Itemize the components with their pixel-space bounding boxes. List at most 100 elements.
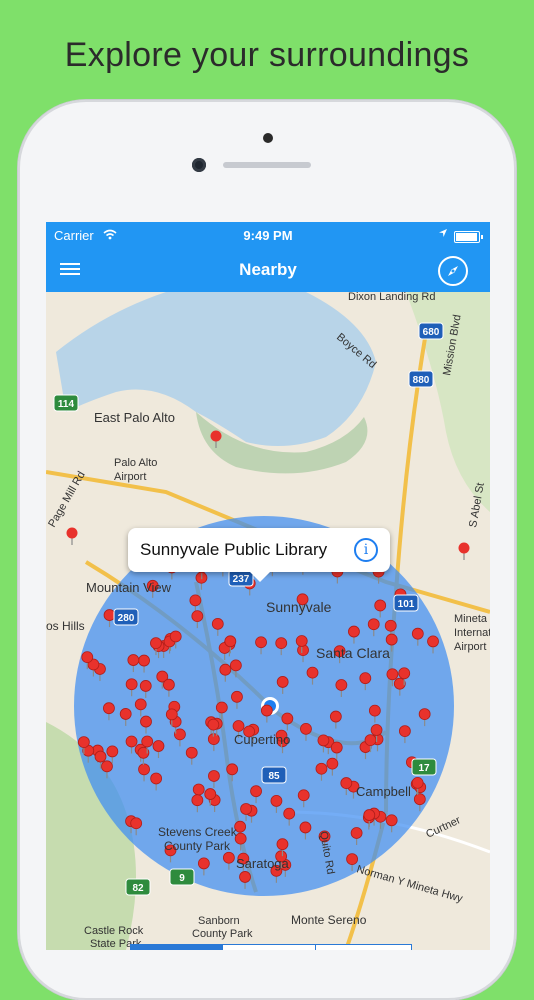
segmented-control[interactable]	[130, 944, 412, 950]
segment-divider	[315, 945, 316, 950]
map-pin[interactable]	[231, 690, 243, 703]
map-pin[interactable]	[229, 659, 242, 672]
map-pin[interactable]	[127, 654, 140, 666]
map-pin[interactable]	[250, 785, 262, 798]
map-pin[interactable]	[413, 793, 426, 806]
map-pin[interactable]	[162, 678, 175, 691]
map-pin[interactable]	[210, 430, 222, 442]
map-pin[interactable]	[315, 762, 328, 775]
map-pin[interactable]	[326, 757, 339, 770]
map-pin[interactable]	[165, 708, 178, 721]
place-callout[interactable]: Sunnyvale Public Library i	[128, 528, 390, 582]
map-pin[interactable]	[140, 715, 152, 728]
map-pin[interactable]	[139, 680, 152, 692]
map-pin[interactable]	[275, 637, 288, 650]
map-pin[interactable]	[384, 619, 397, 632]
map-pin[interactable]	[306, 666, 319, 679]
svg-text:Sunnyvale: Sunnyvale	[266, 599, 332, 615]
compass-icon[interactable]	[438, 256, 468, 286]
map-pin[interactable]	[106, 745, 119, 758]
map-pin[interactable]	[77, 736, 90, 748]
map-pin[interactable]	[134, 698, 147, 711]
map-pin[interactable]	[281, 712, 294, 725]
map-pin[interactable]	[370, 724, 383, 736]
map-pin[interactable]	[150, 772, 163, 785]
app-screen: Carrier 9:49 PM Nearby East Palo Alto Pa…	[46, 222, 490, 950]
map-pin[interactable]	[374, 599, 387, 612]
map-pin[interactable]	[348, 625, 360, 638]
info-icon[interactable]: i	[354, 538, 378, 562]
map-pin[interactable]	[152, 740, 165, 752]
map-pin[interactable]	[364, 734, 377, 746]
map-pin[interactable]	[276, 838, 289, 851]
map-pin[interactable]	[385, 814, 398, 827]
map-pin[interactable]	[232, 720, 245, 732]
map-pin[interactable]	[119, 708, 132, 720]
map-pin[interactable]	[226, 763, 239, 776]
map-pin[interactable]	[197, 857, 210, 870]
map-pin[interactable]	[335, 679, 348, 691]
map-pin[interactable]	[185, 746, 198, 759]
map-pin[interactable]	[398, 725, 411, 737]
map-pin[interactable]	[363, 809, 376, 821]
map-pin[interactable]	[398, 667, 411, 680]
map-pin[interactable]	[330, 741, 343, 754]
map-pin[interactable]	[141, 735, 154, 748]
map-pin[interactable]	[192, 783, 205, 796]
map-pin[interactable]	[270, 794, 283, 807]
map-pin[interactable]	[283, 807, 296, 820]
map-pin[interactable]	[297, 789, 310, 802]
map-pin[interactable]	[125, 678, 138, 691]
map-pin[interactable]	[368, 704, 381, 717]
map-pin[interactable]	[458, 542, 470, 554]
map-pin[interactable]	[189, 594, 202, 607]
map-pin[interactable]	[350, 827, 363, 839]
map-pin[interactable]	[138, 654, 150, 667]
map-pin[interactable]	[66, 527, 78, 539]
map-pin[interactable]	[427, 635, 439, 648]
map-pin[interactable]	[255, 636, 267, 649]
map-pin[interactable]	[239, 871, 251, 883]
map-pin[interactable]	[138, 763, 150, 776]
map-pin[interactable]	[300, 722, 312, 735]
map-pin[interactable]	[208, 770, 220, 782]
map-pin[interactable]	[94, 750, 107, 763]
map-pin[interactable]	[191, 794, 204, 807]
map-pin[interactable]	[329, 710, 342, 723]
map-pin[interactable]	[103, 702, 115, 715]
map-pin[interactable]	[169, 630, 182, 643]
map-pin[interactable]	[150, 637, 162, 650]
map-pin[interactable]	[411, 627, 424, 640]
map-pin[interactable]	[222, 851, 235, 864]
map-pin[interactable]	[340, 777, 353, 789]
map-pin[interactable]	[81, 651, 94, 664]
map-pin[interactable]	[386, 668, 399, 681]
map-pin[interactable]	[276, 676, 289, 688]
map-pin[interactable]	[240, 803, 252, 815]
map-pin[interactable]	[367, 618, 380, 631]
map-pin[interactable]	[234, 832, 247, 845]
map-pin[interactable]	[359, 672, 372, 685]
map-pin[interactable]	[385, 633, 398, 646]
map-pin[interactable]	[299, 821, 312, 834]
map-pin[interactable]	[207, 718, 220, 731]
map-pin[interactable]	[103, 609, 116, 621]
map-pin[interactable]	[418, 708, 431, 721]
map-pin[interactable]	[101, 760, 113, 773]
map-pin[interactable]	[125, 735, 138, 748]
map-pin[interactable]	[224, 635, 237, 648]
map-pin[interactable]	[219, 663, 232, 676]
map-pin[interactable]	[317, 734, 330, 747]
map-pin[interactable]	[130, 817, 143, 830]
map-pin[interactable]	[211, 617, 224, 630]
map-pin[interactable]	[215, 701, 228, 714]
segment-1[interactable]	[131, 945, 223, 950]
map-pin[interactable]	[260, 704, 273, 717]
map-pin[interactable]	[191, 610, 204, 623]
map-view[interactable]: East Palo Alto Palo Alto Airport Mountai…	[46, 292, 490, 950]
map-pin[interactable]	[411, 776, 424, 789]
map-pin[interactable]	[204, 788, 217, 800]
highway-shield-label: 680	[423, 327, 440, 338]
map-pin[interactable]	[346, 853, 358, 866]
map-pin[interactable]	[295, 635, 308, 647]
